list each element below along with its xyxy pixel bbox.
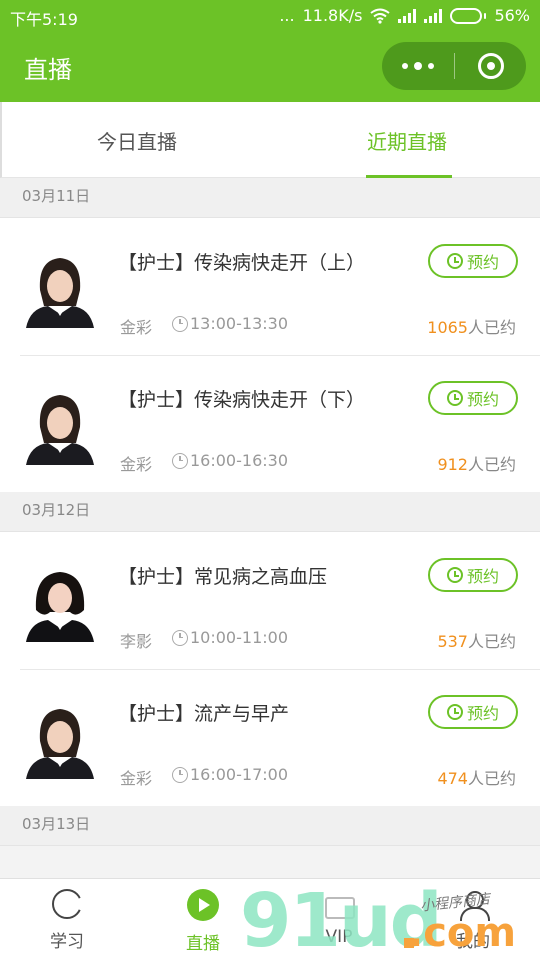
booking-count-suffix: 人已约 — [467, 769, 516, 788]
booking-count: 474人已约 — [437, 765, 516, 789]
clock-icon — [172, 629, 188, 646]
history-icon — [446, 390, 463, 406]
tab-upcoming[interactable]: 近期直播 — [332, 102, 482, 178]
book-button[interactable]: 预约 — [428, 381, 518, 415]
tab-study[interactable]: 学习 — [22, 889, 112, 955]
booking-count-number: 912 — [437, 455, 468, 474]
list-item[interactable]: 【护士】流产与早产 预约 金彩 16:00-17:00 474人已约 — [0, 669, 540, 806]
booking-count-suffix: 人已约 — [467, 632, 516, 651]
more-button[interactable] — [382, 42, 454, 90]
more-dot-icon — [402, 63, 408, 69]
course-title: 【护士】传染病快走开（上） — [118, 252, 366, 274]
time-range: 13:00-13:30 — [172, 314, 288, 333]
booking-count: 1065人已约 — [427, 314, 516, 338]
target-icon — [477, 53, 504, 79]
avatar — [26, 701, 94, 779]
time-text: 10:00-11:00 — [190, 628, 288, 647]
date-header: 03月11日 — [0, 178, 540, 218]
book-button[interactable]: 预约 — [428, 695, 518, 729]
book-button-label: 预约 — [466, 253, 499, 272]
more-dot-icon — [414, 62, 422, 70]
booking-count-number: 1065 — [427, 318, 468, 337]
history-icon — [446, 704, 463, 720]
nav-bar: 直播 — [0, 32, 540, 102]
tab-live-label: 直播 — [186, 934, 220, 954]
date-header: 03月13日 — [0, 806, 540, 846]
signal-icon-2 — [424, 8, 443, 23]
booking-count-suffix: 人已约 — [467, 318, 516, 337]
more-dot-icon — [428, 63, 434, 69]
live-list: 03月11日 【护士】传染病快走开（上） 预约 金彩 13:00-13:30 1… — [0, 178, 540, 846]
booking-count-number: 474 — [437, 769, 468, 788]
clock-icon — [172, 315, 188, 332]
status-right: ... 11.8K/s 56% — [279, 6, 530, 25]
tab-vip[interactable]: VIP — [294, 889, 384, 955]
booking-count: 537人已约 — [437, 628, 516, 652]
history-icon — [446, 253, 463, 269]
list-item[interactable]: 【护士】传染病快走开（上） 预约 金彩 13:00-13:30 1065人已约 — [0, 218, 540, 355]
crown-icon — [322, 889, 356, 919]
wifi-icon — [370, 8, 391, 24]
list-item[interactable]: 【护士】常见病之高血压 预约 李影 10:00-11:00 537人已约 — [0, 532, 540, 669]
close-button[interactable] — [455, 42, 526, 90]
battery-icon — [450, 7, 487, 24]
booking-count: 912人已约 — [437, 451, 516, 475]
study-icon — [52, 889, 82, 919]
signal-icon — [398, 8, 417, 23]
list-item[interactable]: 【护士】传染病快走开（下） 预约 金彩 16:00-16:30 912人已约 — [0, 355, 540, 492]
host-name: 金彩 — [120, 769, 153, 788]
book-button[interactable]: 预约 — [428, 558, 518, 592]
host-name: 金彩 — [120, 455, 153, 474]
host-name: 李影 — [120, 632, 153, 651]
page-title: 直播 — [24, 56, 72, 84]
status-dots: ... — [279, 6, 295, 25]
time-text: 16:00-17:00 — [190, 765, 288, 784]
book-button-label: 预约 — [466, 567, 499, 586]
booking-count-number: 537 — [437, 632, 468, 651]
status-time: 下午5:19 — [10, 10, 78, 29]
book-button-label: 预约 — [466, 704, 499, 723]
clock-icon — [172, 452, 188, 469]
booking-count-suffix: 人已约 — [467, 455, 516, 474]
time-text: 13:00-13:30 — [190, 314, 288, 333]
time-range: 16:00-16:30 — [172, 451, 288, 470]
battery-percent: 56% — [494, 6, 530, 25]
bottom-tab-bar: 学习 直播 VIP 我的 — [0, 878, 540, 960]
course-title: 【护士】常见病之高血压 — [118, 566, 328, 588]
tab-study-label: 学习 — [50, 932, 84, 952]
clock-icon — [172, 766, 188, 783]
network-speed: 11.8K/s — [302, 6, 363, 25]
book-button-label: 预约 — [466, 390, 499, 409]
mini-program-capsule — [382, 42, 526, 90]
avatar — [26, 250, 94, 328]
tab-me[interactable]: 我的 — [428, 889, 518, 955]
avatar — [26, 387, 94, 465]
history-icon — [446, 567, 463, 583]
time-range: 10:00-11:00 — [172, 628, 288, 647]
avatar — [26, 564, 94, 642]
tab-vip-label: VIP — [325, 927, 353, 947]
course-title: 【护士】流产与早产 — [118, 703, 290, 725]
tab-bar-top: 今日直播 近期直播 — [0, 102, 540, 178]
host-name: 金彩 — [120, 318, 153, 337]
tab-upcoming-label: 近期直播 — [367, 129, 447, 154]
tab-today[interactable]: 今日直播 — [62, 102, 212, 178]
user-icon — [458, 889, 490, 921]
status-bar: 下午5:19 ... 11.8K/s 56% — [0, 0, 540, 32]
tab-live[interactable]: 直播 — [158, 889, 248, 955]
time-text: 16:00-16:30 — [190, 451, 288, 470]
course-title: 【护士】传染病快走开（下） — [118, 389, 366, 411]
play-icon — [187, 889, 219, 921]
time-range: 16:00-17:00 — [172, 765, 288, 784]
tab-me-label: 我的 — [456, 932, 490, 952]
tab-today-label: 今日直播 — [97, 129, 177, 154]
book-button[interactable]: 预约 — [428, 244, 518, 278]
date-header: 03月12日 — [0, 492, 540, 532]
